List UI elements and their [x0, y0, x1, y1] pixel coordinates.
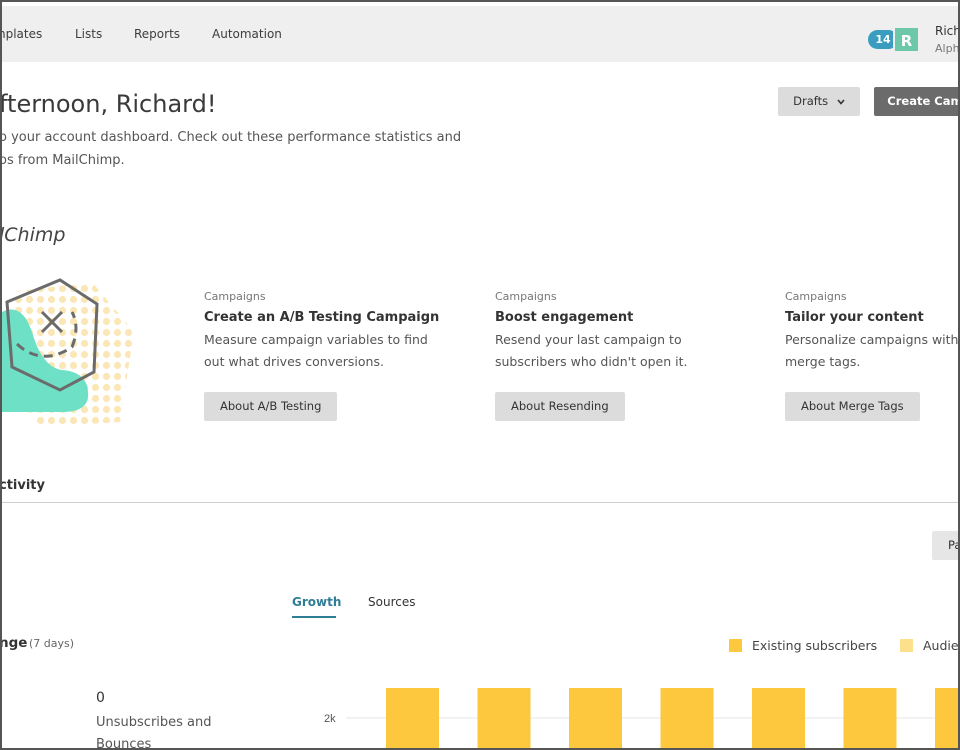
tip-category: Campaigns	[204, 290, 266, 303]
nav-reports[interactable]: Reports	[134, 27, 180, 41]
y-tick-label: 2k	[324, 713, 336, 725]
nav-templates[interactable]: nplates	[2, 27, 42, 41]
tip-category: Campaigns	[785, 290, 847, 303]
app-frame: nplates Lists Reports Automation 14 R Ri…	[0, 0, 960, 750]
chart-bar[interactable]	[477, 688, 531, 750]
tips-illustration	[2, 272, 142, 432]
change-heading: nge	[0, 635, 28, 651]
tip-description: Measure campaign variables to find out w…	[204, 332, 428, 369]
legend-existing-subscribers[interactable]: Existing subscribers	[729, 638, 877, 653]
tips-heading: lChimp	[0, 224, 66, 246]
legend-swatch	[900, 639, 913, 652]
tip-description: Personalize campaigns with merge tags.	[785, 332, 959, 369]
drafts-label: Drafts	[793, 94, 829, 108]
growth-chart: 2k	[324, 688, 960, 750]
chart-bar[interactable]	[935, 688, 960, 750]
legend-swatch	[729, 639, 742, 652]
nav-automation[interactable]: Automation	[212, 27, 282, 41]
avatar[interactable]: R	[893, 26, 920, 53]
active-tab-indicator	[292, 616, 336, 618]
intro-text: o your account dashboard. Check out thes…	[0, 126, 469, 172]
chart-bar[interactable]	[569, 688, 622, 750]
period-button[interactable]: Pa	[932, 531, 958, 560]
tip-card-merge-tags: Campaigns Tailor your content Personaliz…	[785, 290, 959, 373]
drafts-button[interactable]: Drafts	[778, 87, 860, 116]
tip-card-ab-testing: Campaigns Create an A/B Testing Campaign…	[204, 290, 464, 373]
tab-growth[interactable]: Growth	[292, 595, 341, 609]
stat-value: 0	[96, 690, 105, 706]
about-resending-button[interactable]: About Resending	[495, 392, 625, 421]
legend-label: Audien	[923, 638, 959, 653]
page-title: fternoon, Richard!	[0, 90, 217, 118]
divider	[2, 502, 958, 503]
tab-sources[interactable]: Sources	[368, 595, 415, 609]
stat-label: Unsubscribes and Bounces	[96, 715, 212, 750]
user-name[interactable]: Richa	[935, 24, 958, 38]
about-ab-testing-button[interactable]: About A/B Testing	[204, 392, 338, 421]
chevron-down-icon	[837, 87, 845, 116]
user-org: Alpha	[935, 42, 960, 55]
intro-line: o your account dashboard. Check out thes…	[0, 130, 462, 168]
chart-bar[interactable]	[660, 688, 714, 750]
legend-label: Existing subscribers	[752, 638, 878, 653]
top-nav: nplates Lists Reports Automation 14 R Ri…	[2, 6, 960, 62]
legend-audience[interactable]: Audien	[900, 638, 959, 653]
tip-title: Create an A/B Testing Campaign	[204, 310, 440, 325]
chart-bar[interactable]	[843, 688, 897, 750]
nav-lists[interactable]: Lists	[75, 27, 102, 41]
chart-bar[interactable]	[386, 688, 439, 750]
chart-bar[interactable]	[752, 688, 805, 750]
activity-heading: ctivity	[0, 478, 45, 493]
change-period: (7 days)	[29, 637, 75, 650]
tip-description: Resend your last campaign to subscribers…	[495, 332, 688, 369]
about-merge-tags-button[interactable]: About Merge Tags	[785, 392, 920, 421]
tip-card-resending: Campaigns Boost engagement Resend your l…	[495, 290, 755, 373]
tip-title: Tailor your content	[785, 310, 924, 325]
tip-category: Campaigns	[495, 290, 557, 303]
tip-title: Boost engagement	[495, 310, 634, 325]
create-campaign-button[interactable]: Create Camp	[874, 87, 958, 116]
